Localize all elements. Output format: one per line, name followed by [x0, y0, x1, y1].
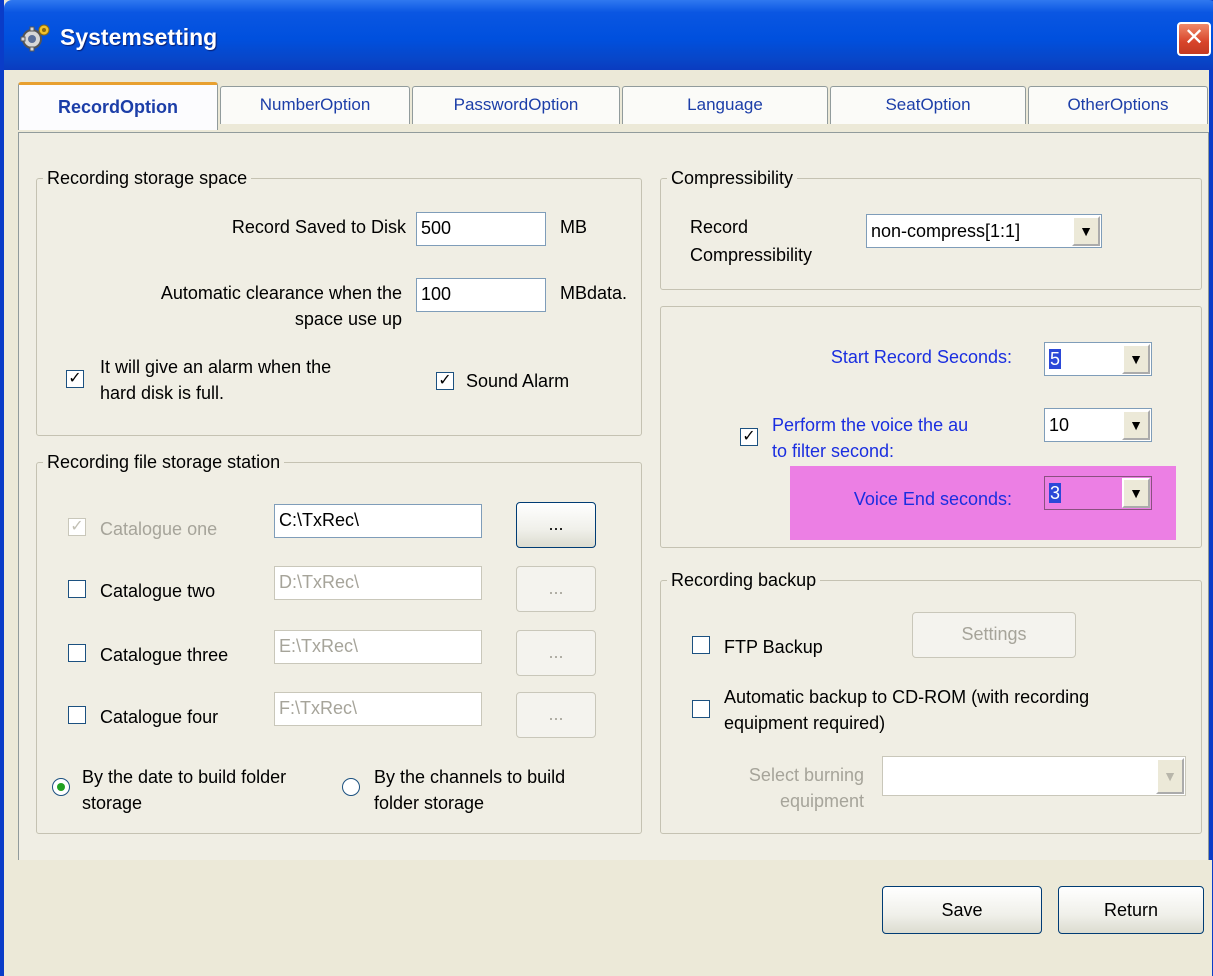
- chevron-down-icon[interactable]: ▼: [1122, 478, 1150, 508]
- tab-number-option[interactable]: NumberOption: [220, 86, 410, 124]
- catalogue-two-checkbox[interactable]: [68, 580, 86, 598]
- voice-filter-checkbox[interactable]: ✓: [740, 428, 758, 446]
- cd-backup-label-line1: Automatic backup to CD-ROM (with recordi…: [724, 687, 1090, 707]
- start-record-seconds-label: Start Record Seconds:: [830, 347, 1012, 367]
- auto-clearance-label-line2: space use up: [294, 309, 402, 329]
- system-setting-window: Systemsetting ✕ RecordOption NumberOptio…: [0, 0, 1213, 976]
- catalogue-three-path[interactable]: E:\TxRec\: [274, 630, 482, 664]
- catalogue-four-checkbox[interactable]: [68, 706, 86, 724]
- by-channel-radio[interactable]: [342, 778, 360, 796]
- by-date-label-line1: By the date to build folder: [82, 767, 287, 787]
- disk-full-alarm-label-line1: It will give an alarm when the: [100, 357, 332, 377]
- window-title: Systemsetting: [60, 24, 218, 50]
- cd-backup-label-line2: equipment required): [724, 713, 886, 733]
- save-button[interactable]: Save: [882, 886, 1042, 934]
- catalogue-four-browse-button[interactable]: ...: [516, 692, 596, 738]
- auto-clearance-unit: MBdata.: [560, 283, 628, 303]
- by-date-label-line2: storage: [82, 793, 143, 813]
- chevron-down-icon[interactable]: ▼: [1072, 216, 1100, 246]
- by-channel-label-line1: By the channels to build: [374, 767, 566, 787]
- record-saved-label: Record Saved to Disk: [231, 217, 406, 237]
- check-icon: ✓: [438, 372, 452, 389]
- sound-alarm-label: Sound Alarm: [466, 371, 570, 391]
- start-record-seconds-select[interactable]: 5 ▼: [1044, 342, 1152, 376]
- record-saved-input[interactable]: 500: [416, 212, 546, 246]
- return-button[interactable]: Return: [1058, 886, 1204, 934]
- selected-value: 3: [1049, 483, 1062, 503]
- tab-seat-option[interactable]: SeatOption: [830, 86, 1026, 124]
- group-title: Compressibility: [671, 168, 794, 188]
- check-icon: ✓: [68, 370, 82, 387]
- check-icon: ✓: [742, 428, 756, 445]
- selected-value: 5: [1049, 349, 1062, 369]
- catalogue-one-checkbox: ✓: [68, 518, 86, 536]
- catalogue-three-browse-button[interactable]: ...: [516, 630, 596, 676]
- auto-clearance-label-line1: Automatic clearance when the: [160, 283, 402, 303]
- sound-alarm-checkbox[interactable]: ✓: [436, 372, 454, 390]
- catalogue-two-browse-button[interactable]: ...: [516, 566, 596, 612]
- burning-equipment-select: ▼: [882, 756, 1186, 796]
- group-title: Recording backup: [671, 570, 817, 590]
- voice-filter-seconds-select[interactable]: 10 ▼: [1044, 408, 1152, 442]
- catalogue-three-checkbox[interactable]: [68, 644, 86, 662]
- record-compressibility-label-line1: Record: [690, 217, 749, 237]
- catalogue-one-label: Catalogue one: [100, 519, 218, 539]
- catalogue-four-path[interactable]: F:\TxRec\: [274, 692, 482, 726]
- chevron-down-icon[interactable]: ▼: [1122, 344, 1150, 374]
- burning-equipment-label-line2: equipment: [779, 791, 864, 811]
- by-date-radio[interactable]: [52, 778, 70, 796]
- close-button[interactable]: ✕: [1177, 22, 1211, 56]
- voice-filter-label-line1: Perform the voice the au: [772, 415, 969, 435]
- compressibility-select[interactable]: non-compress[1:1] ▼: [866, 214, 1102, 248]
- tab-strip: RecordOption NumberOption PasswordOption…: [18, 82, 1208, 134]
- auto-clearance-input[interactable]: 100: [416, 278, 546, 312]
- tab-password-option[interactable]: PasswordOption: [412, 86, 620, 124]
- disk-full-alarm-label-line2: hard disk is full.: [100, 383, 225, 403]
- tab-record-option[interactable]: RecordOption: [18, 82, 218, 130]
- tab-language[interactable]: Language: [622, 86, 828, 124]
- ftp-settings-button[interactable]: Settings: [912, 612, 1076, 658]
- tab-other-options[interactable]: OtherOptions: [1028, 86, 1208, 124]
- catalogue-two-path[interactable]: D:\TxRec\: [274, 566, 482, 600]
- by-channel-label-line2: folder storage: [374, 793, 485, 813]
- catalogue-two-label: Catalogue two: [100, 581, 216, 601]
- selected-value: non-compress[1:1]: [871, 221, 1021, 241]
- voice-filter-label-line2: to filter second:: [772, 441, 895, 461]
- group-title: Recording storage space: [47, 168, 248, 188]
- record-saved-unit: MB: [560, 217, 587, 237]
- title-bar[interactable]: Systemsetting ✕: [4, 0, 1213, 70]
- ftp-backup-label: FTP Backup: [724, 637, 823, 657]
- ftp-backup-checkbox[interactable]: [692, 636, 710, 654]
- disk-full-alarm-checkbox[interactable]: ✓: [66, 370, 84, 388]
- selected-value: 10: [1049, 415, 1070, 435]
- catalogue-one-browse-button[interactable]: ...: [516, 502, 596, 548]
- record-compressibility-label-line2: Compressibility: [690, 245, 813, 265]
- voice-end-seconds-label: Voice End seconds:: [853, 489, 1012, 509]
- burning-equipment-label-line1: Select burning: [748, 765, 864, 785]
- gear-icon: [20, 24, 50, 52]
- catalogue-one-path[interactable]: C:\TxRec\: [274, 504, 482, 538]
- chevron-down-icon[interactable]: ▼: [1122, 410, 1150, 440]
- group-title: Recording file storage station: [47, 452, 281, 472]
- catalogue-four-label: Catalogue four: [100, 707, 219, 727]
- voice-end-seconds-select[interactable]: 3 ▼: [1044, 476, 1152, 510]
- cd-backup-checkbox[interactable]: [692, 700, 710, 718]
- chevron-down-icon: ▼: [1156, 758, 1184, 794]
- catalogue-three-label: Catalogue three: [100, 645, 229, 665]
